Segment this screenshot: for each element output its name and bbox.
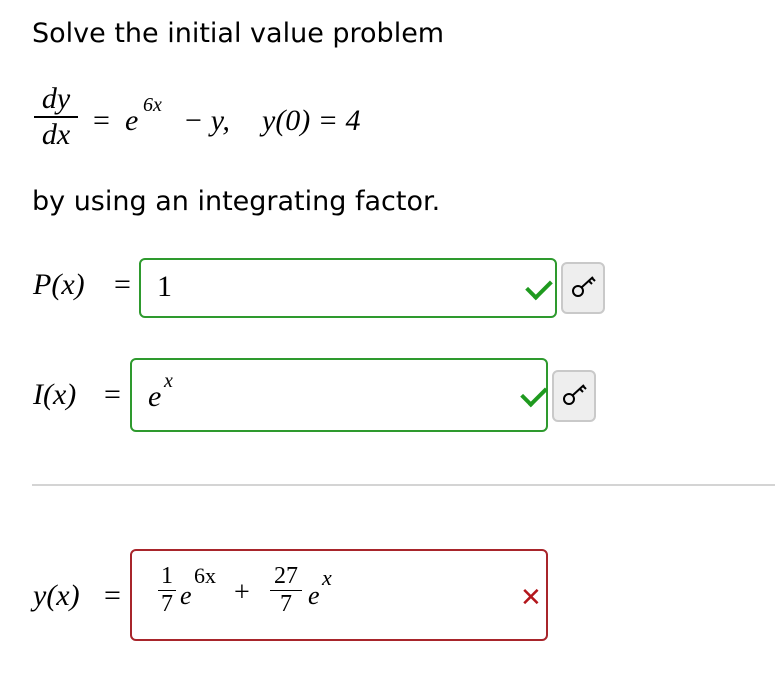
answer-input-y[interactable]: 1 7 e 6x + 27 7 e x ✕ (130, 549, 548, 641)
check-icon (520, 379, 548, 408)
field-label-i: I(x) (33, 378, 77, 411)
answer-value-i-exp: x (164, 370, 173, 392)
key-button-i[interactable] (552, 370, 596, 422)
answer-value-i-base: e (148, 380, 162, 413)
key-icon (572, 276, 596, 297)
prompt-intro: Solve the initial value problem (32, 18, 445, 49)
ode-base: e (125, 104, 139, 137)
field-equals-p: = (114, 268, 131, 301)
plus-sign: + (234, 577, 250, 608)
answer-input-i[interactable]: e x (130, 358, 548, 432)
term1-exp: 6x (194, 563, 216, 588)
term2-fraction: 27 7 (270, 563, 302, 618)
term1-fraction: 1 7 (158, 563, 176, 618)
term2-numerator: 27 (274, 563, 298, 589)
term2-denominator: 7 (280, 591, 292, 617)
derivative-numerator: dy (41, 82, 71, 115)
derivative-denominator: dx (41, 118, 71, 151)
derivative-fraction: dy dx (34, 82, 78, 152)
initial-condition: y(0) = 4 (262, 104, 361, 137)
ode-rest: − y, (183, 104, 230, 137)
field-equals-y: = (104, 579, 121, 612)
term2-exp: x (322, 565, 332, 590)
ode-equals: = (93, 104, 110, 137)
term1-denominator: 7 (161, 591, 173, 617)
term1-base: e (180, 581, 192, 610)
check-icon (525, 272, 553, 301)
x-icon: ✕ (520, 583, 542, 613)
section-divider (32, 484, 775, 486)
key-button-p[interactable] (561, 262, 605, 314)
answer-value-p: 1 (157, 270, 172, 303)
field-equals-i: = (104, 378, 121, 411)
key-icon (563, 384, 587, 405)
term1-numerator: 1 (161, 563, 173, 589)
answer-input-p[interactable]: 1 (139, 258, 557, 318)
field-label-p: P(x) (33, 268, 85, 301)
term2-base: e (308, 581, 320, 610)
field-label-y: y(x) (33, 579, 80, 612)
prompt-method: by using an integrating factor. (32, 186, 441, 217)
ode-exponent: 6x (143, 94, 162, 116)
